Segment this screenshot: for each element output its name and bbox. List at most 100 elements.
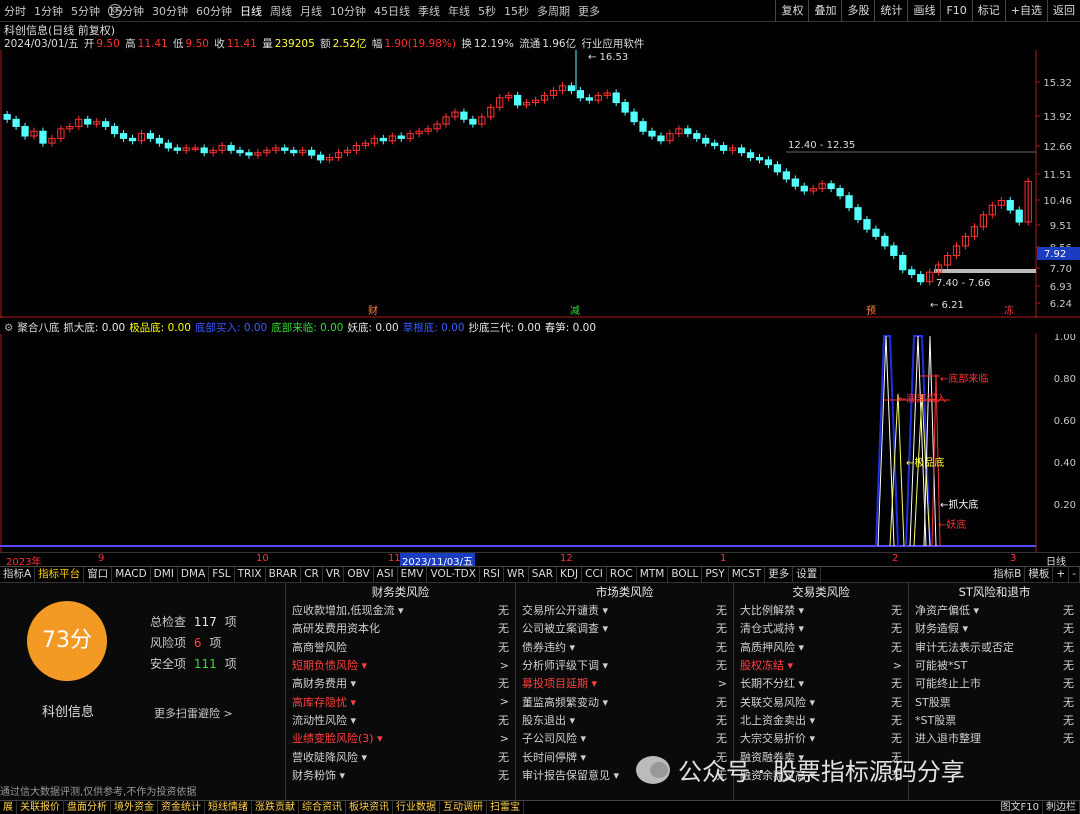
indicator-tab-17[interactable]: SAR [529, 567, 558, 582]
period-tab-13[interactable]: 5秒 [474, 3, 500, 19]
risk-row[interactable]: 股东退出 ▾ 无 [516, 711, 733, 729]
risk-row[interactable]: *ST股票 无 [909, 711, 1080, 729]
risk-row[interactable]: 高财务费用 ▾ 无 [286, 674, 515, 692]
risk-row[interactable]: 高质押风险 ▾ 无 [734, 638, 908, 656]
risk-row[interactable]: 大比例解禁 ▾ 无 [734, 601, 908, 619]
period-tab-10[interactable]: 45日线 [370, 3, 414, 19]
risk-row[interactable]: 营收陡降风险 ▾ 无 [286, 747, 515, 765]
period-tab-5[interactable]: 60分钟 [192, 3, 236, 19]
indicator-tab-right-0[interactable]: 指标B [990, 567, 1026, 582]
indicator-tab-16[interactable]: WR [504, 567, 529, 582]
event-tag[interactable]: 冻 [1004, 304, 1014, 317]
indicator-tab-9[interactable]: CR [301, 567, 323, 582]
indicator-tab-right-3[interactable]: - [1069, 567, 1080, 582]
bottom-tab-11[interactable]: 扫雷宝 [487, 801, 524, 814]
indicator-tab-8[interactable]: BRAR [266, 567, 302, 582]
risk-row[interactable]: 长期不分红 ▾ 无 [734, 674, 908, 692]
indicator-tab-15[interactable]: RSI [480, 567, 504, 582]
indicator-gear-icon[interactable]: ⚙ [4, 322, 13, 334]
indicator-tab-4[interactable]: DMI [151, 567, 178, 582]
period-tab-2[interactable]: 5分钟 [67, 3, 104, 19]
indicator-tab-14[interactable]: VOL-TDX [427, 567, 480, 582]
toolbar-button-8[interactable]: 返回 [1047, 0, 1080, 22]
toolbar-button-7[interactable]: +自选 [1004, 0, 1047, 22]
indicator-tab-2[interactable]: 窗口 [84, 567, 113, 582]
bottom-tab-6[interactable]: 涨跌贡献 [252, 801, 299, 814]
toolbar-button-1[interactable]: 叠加 [808, 0, 841, 22]
indicator-tab-21[interactable]: MTM [637, 567, 669, 582]
risk-row[interactable]: 公司被立案调查 ▾ 无 [516, 619, 733, 637]
risk-row[interactable]: 高研发费用资本化 无 [286, 619, 515, 637]
indicator-tab-0[interactable]: 指标A [0, 567, 36, 582]
event-tag[interactable]: 减 [570, 305, 580, 317]
candlestick-chart[interactable]: 15.3213.9212.6611.5110.469.518.567.706.9… [0, 50, 1080, 318]
toolbar-button-0[interactable]: 复权 [775, 0, 808, 22]
period-tab-15[interactable]: 多周期 [533, 3, 574, 19]
indicator-name[interactable]: 聚合八底 [17, 322, 59, 334]
risk-row[interactable]: 董监高频繁变动 ▾ 无 [516, 692, 733, 710]
risk-row[interactable]: 交易所公开谴责 ▾ 无 [516, 601, 733, 619]
period-tab-6[interactable]: 日线 [236, 3, 266, 19]
indicator-chart[interactable]: 1.00 0.80 0.60 0.40 0.20 ←底部来临 ←底部买入 ←极品底 ←抓大底 ←妖… [0, 334, 1080, 552]
indicator-tab-23[interactable]: PSY [702, 567, 729, 582]
risk-row[interactable]: 分析师评级下调 ▾ 无 [516, 656, 733, 674]
bottom-tab-2[interactable]: 盘面分析 [64, 801, 111, 814]
risk-row[interactable]: 流动性风险 ▾ 无 [286, 711, 515, 729]
indicator-tab-7[interactable]: TRIX [235, 567, 266, 582]
event-tag[interactable]: 预 [866, 305, 876, 317]
indicator-tab-24[interactable]: MCST [729, 567, 766, 582]
indicator-tab-5[interactable]: DMA [178, 567, 210, 582]
indicator-tab-right-1[interactable]: 模板 [1025, 567, 1054, 582]
risk-row[interactable]: 短期负债风险 ▾ > [286, 656, 515, 674]
period-tab-4[interactable]: 30分钟 [148, 3, 192, 19]
indicator-tab-10[interactable]: VR [323, 567, 345, 582]
risk-row[interactable]: 清仓式减持 ▾ 无 [734, 619, 908, 637]
risk-row[interactable]: 债券违约 ▾ 无 [516, 638, 733, 656]
risk-row[interactable]: 关联交易风险 ▾ 无 [734, 692, 908, 710]
risk-row[interactable]: 净资产偏低 ▾ 无 [909, 601, 1080, 619]
bottom-right-tab-1[interactable]: 刺边栏 [1043, 801, 1080, 814]
risk-row[interactable]: 高库存隐忧 ▾ > [286, 692, 515, 710]
indicator-tab-19[interactable]: CCI [582, 567, 607, 582]
bottom-tab-8[interactable]: 板块资讯 [346, 801, 393, 814]
toolbar-button-2[interactable]: 多股 [841, 0, 874, 22]
more-scan-link[interactable]: 更多扫雷避险 > [154, 705, 233, 721]
risk-row[interactable]: 财务造假 ▾ 无 [909, 619, 1080, 637]
risk-row[interactable]: ST股票 无 [909, 692, 1080, 710]
risk-row[interactable]: 审计无法表示或否定 无 [909, 638, 1080, 656]
bottom-tab-0[interactable]: 展 [0, 801, 17, 814]
indicator-tab-1[interactable]: 指标平台 [35, 567, 85, 582]
bottom-tab-4[interactable]: 资金统计 [158, 801, 205, 814]
bottom-tab-9[interactable]: 行业数据 [393, 801, 440, 814]
risk-row[interactable]: 募投项目延期 ▾ > [516, 674, 733, 692]
period-tab-0[interactable]: 分时 [0, 3, 30, 19]
bottom-tab-5[interactable]: 短线情绪 [205, 801, 252, 814]
period-tab-1[interactable]: 1分钟 [30, 3, 67, 19]
period-tab-12[interactable]: 年线 [444, 3, 474, 19]
bottom-tab-3[interactable]: 境外资金 [111, 801, 158, 814]
indicator-tab-26[interactable]: 设置 [793, 567, 822, 582]
indicator-tab-20[interactable]: ROC [607, 567, 637, 582]
period-tab-8[interactable]: 月线 [296, 3, 326, 19]
toolbar-button-4[interactable]: 画线 [907, 0, 940, 22]
indicator-tab-13[interactable]: EMV [398, 567, 428, 582]
indicator-tab-25[interactable]: 更多 [765, 567, 794, 582]
risk-row[interactable]: 可能终止上市 无 [909, 674, 1080, 692]
bottom-tab-1[interactable]: 关联报价 [17, 801, 64, 814]
period-tab-9[interactable]: 10分钟 [326, 3, 370, 19]
bottom-tab-10[interactable]: 互动调研 [440, 801, 487, 814]
risk-row[interactable]: 北上资金卖出 ▾ 无 [734, 711, 908, 729]
indicator-tab-6[interactable]: FSL [209, 567, 235, 582]
risk-row[interactable]: 进入退市整理 无 [909, 729, 1080, 747]
bottom-tab-7[interactable]: 综合资讯 [299, 801, 346, 814]
period-tab-11[interactable]: 季线 [414, 3, 444, 19]
toolbar-button-5[interactable]: F10 [940, 0, 971, 22]
indicator-tab-right-2[interactable]: + [1053, 567, 1070, 582]
risk-row[interactable]: 财务粉饰 ▾ 无 [286, 766, 515, 784]
risk-row[interactable]: 大宗交易折价 ▾ 无 [734, 729, 908, 747]
toolbar-button-6[interactable]: 标记 [971, 0, 1005, 22]
risk-row[interactable]: 可能被*ST 无 [909, 656, 1080, 674]
indicator-tab-22[interactable]: BOLL [668, 567, 703, 582]
indicator-tab-11[interactable]: OBV [344, 567, 374, 582]
gear-icon[interactable]: ⚙ [108, 4, 122, 18]
